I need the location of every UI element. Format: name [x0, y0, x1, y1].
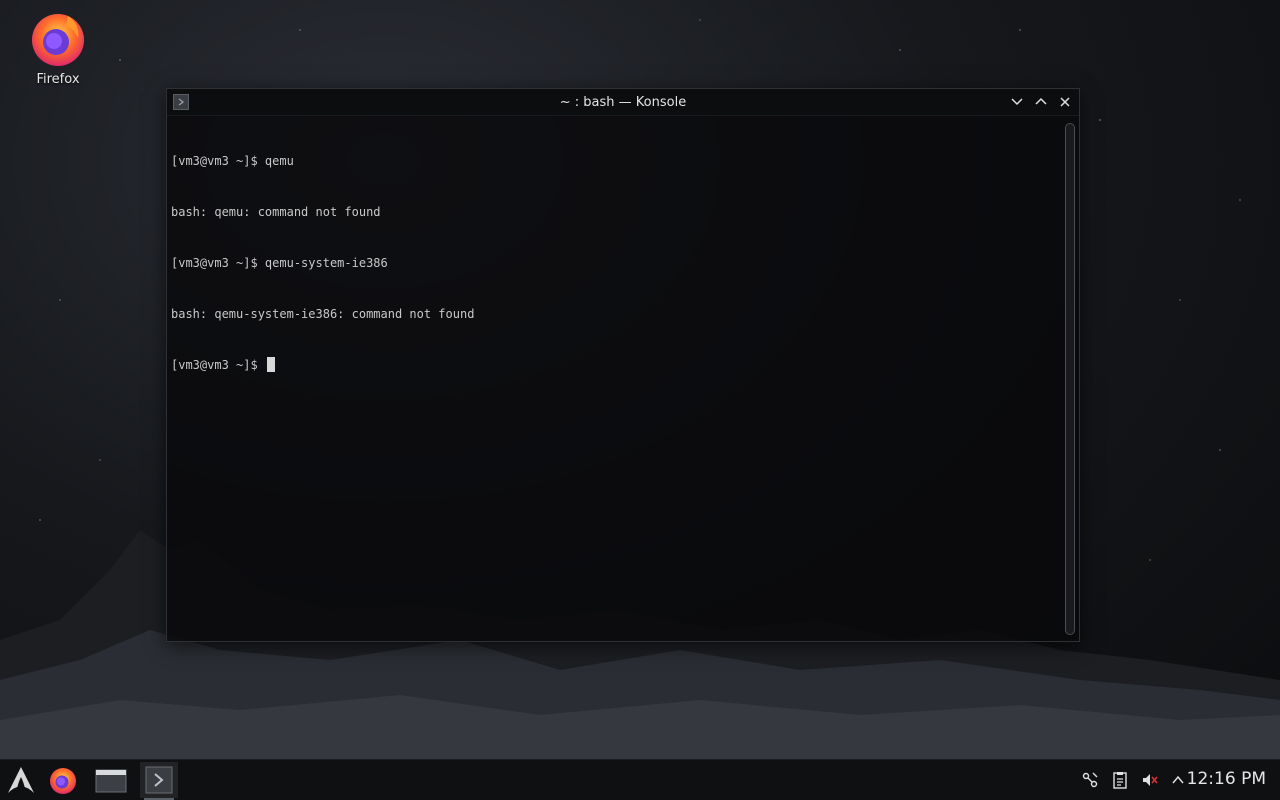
taskbar-file-manager-button[interactable]: [92, 762, 130, 798]
terminal-prompt: [vm3@vm3 ~]$: [171, 358, 265, 372]
desktop-icon-firefox[interactable]: Firefox: [22, 8, 94, 87]
terminal-scrollbar[interactable]: [1065, 123, 1075, 635]
clipboard-icon: [1113, 772, 1127, 789]
taskbar-konsole-button[interactable]: [140, 762, 178, 800]
window-title: ~ : bash — Konsole: [559, 94, 687, 110]
terminal-output[interactable]: [vm3@vm3 ~]$ qemu bash: qemu: command no…: [171, 119, 1057, 637]
application-launcher-button[interactable]: [2, 762, 40, 798]
text-cursor: [266, 357, 275, 372]
minimize-icon: [1011, 98, 1023, 106]
window-titlebar[interactable]: ~ : bash — Konsole: [167, 89, 1079, 116]
volume-muted-icon: [1143, 774, 1158, 786]
taskbar: 12:16 PM: [0, 759, 1280, 800]
taskbar-firefox-button[interactable]: [44, 762, 82, 798]
clock[interactable]: 12:16 PM: [1187, 769, 1266, 789]
firefox-icon: [32, 14, 84, 66]
network-icon: [1082, 772, 1098, 788]
volume-tray-button[interactable]: [1140, 770, 1160, 790]
arch-linux-icon: [8, 767, 34, 793]
firefox-icon: [50, 768, 76, 794]
expand-tray-button[interactable]: [1168, 770, 1188, 790]
maximize-icon: [1035, 97, 1047, 105]
terminal-line: [vm3@vm3 ~]$ qemu: [171, 154, 294, 168]
clipboard-tray-button[interactable]: [1110, 770, 1130, 790]
minimize-button[interactable]: [1007, 92, 1027, 112]
terminal-prompt-line[interactable]: [vm3@vm3 ~]$: [171, 357, 1057, 374]
close-button[interactable]: [1055, 92, 1075, 112]
maximize-button[interactable]: [1031, 92, 1051, 112]
terminal-icon: [145, 766, 173, 794]
terminal-line: bash: qemu-system-ie386: command not fou…: [171, 307, 475, 321]
network-tray-button[interactable]: [1080, 770, 1100, 790]
desktop-icon-label: Firefox: [36, 72, 80, 87]
folder-icon: [95, 769, 127, 793]
terminal-line: bash: qemu: command not found: [171, 205, 381, 219]
expand-tray-icon: [1172, 775, 1184, 784]
konsole-window[interactable]: ~ : bash — Konsole [vm3@vm3 ~]$ qemu bas…: [166, 88, 1080, 642]
terminal-line: [vm3@vm3 ~]$ qemu-system-ie386: [171, 256, 388, 270]
close-icon: [1060, 97, 1070, 107]
